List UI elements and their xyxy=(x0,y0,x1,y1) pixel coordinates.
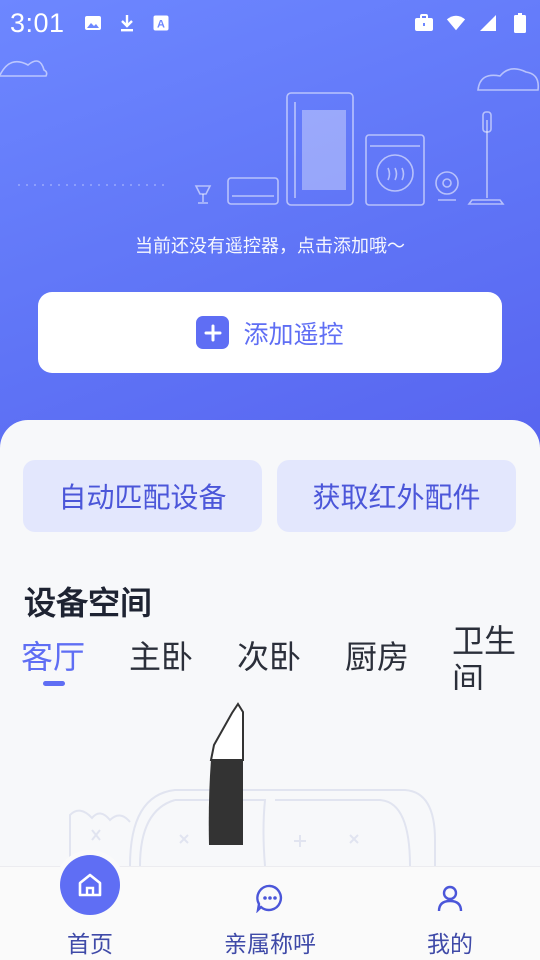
tab-bathroom[interactable]: 卫生间 xyxy=(452,622,522,690)
tab-living-room[interactable]: 客厅 xyxy=(21,632,85,678)
nav-profile[interactable]: 我的 xyxy=(360,867,540,960)
device-space-title: 设备空间 xyxy=(24,584,153,622)
empty-state-message: 当前还没有遥控器，点击添加哦～ xyxy=(135,236,405,257)
wifi-icon xyxy=(446,13,466,33)
status-bar: 3:01 A xyxy=(0,0,540,46)
nav-home-label: 首页 xyxy=(67,932,113,958)
image-icon xyxy=(83,13,103,33)
briefcase-icon xyxy=(414,13,434,33)
tab-second-bedroom[interactable]: 次卧 xyxy=(237,632,301,678)
tab-master-bedroom[interactable]: 主卧 xyxy=(129,632,193,678)
nav-profile-label: 我的 xyxy=(427,932,473,958)
nav-relatives-label: 亲属称呼 xyxy=(224,932,316,958)
add-remote-label: 添加遥控 xyxy=(243,319,344,349)
battery-icon xyxy=(510,13,530,33)
empty-room-illustration xyxy=(69,702,436,866)
chat-icon xyxy=(253,881,287,915)
hero-header: 3:01 A 当前还没有遥控器，点击添加哦～ 添加遥控 xyxy=(0,0,540,470)
appliances-illustration xyxy=(0,60,540,206)
download-icon xyxy=(117,13,137,33)
status-time: 3:01 xyxy=(10,7,65,38)
svg-text:A: A xyxy=(157,19,165,31)
signal-icon xyxy=(478,13,498,33)
room-tabs: 客厅 主卧 次卧 厨房 卫生间 xyxy=(0,620,540,690)
user-icon xyxy=(433,881,467,915)
font-icon: A xyxy=(151,13,171,33)
plus-icon xyxy=(196,316,230,349)
tab-kitchen[interactable]: 厨房 xyxy=(345,632,409,678)
home-icon[interactable] xyxy=(60,855,120,915)
active-tab-indicator xyxy=(43,681,65,686)
get-ir-accessory-button[interactable]: 获取红外配件 xyxy=(277,460,516,532)
add-remote-button[interactable]: 添加遥控 xyxy=(38,292,502,373)
auto-match-button[interactable]: 自动匹配设备 xyxy=(23,460,262,532)
nav-relatives[interactable]: 亲属称呼 xyxy=(180,867,360,960)
